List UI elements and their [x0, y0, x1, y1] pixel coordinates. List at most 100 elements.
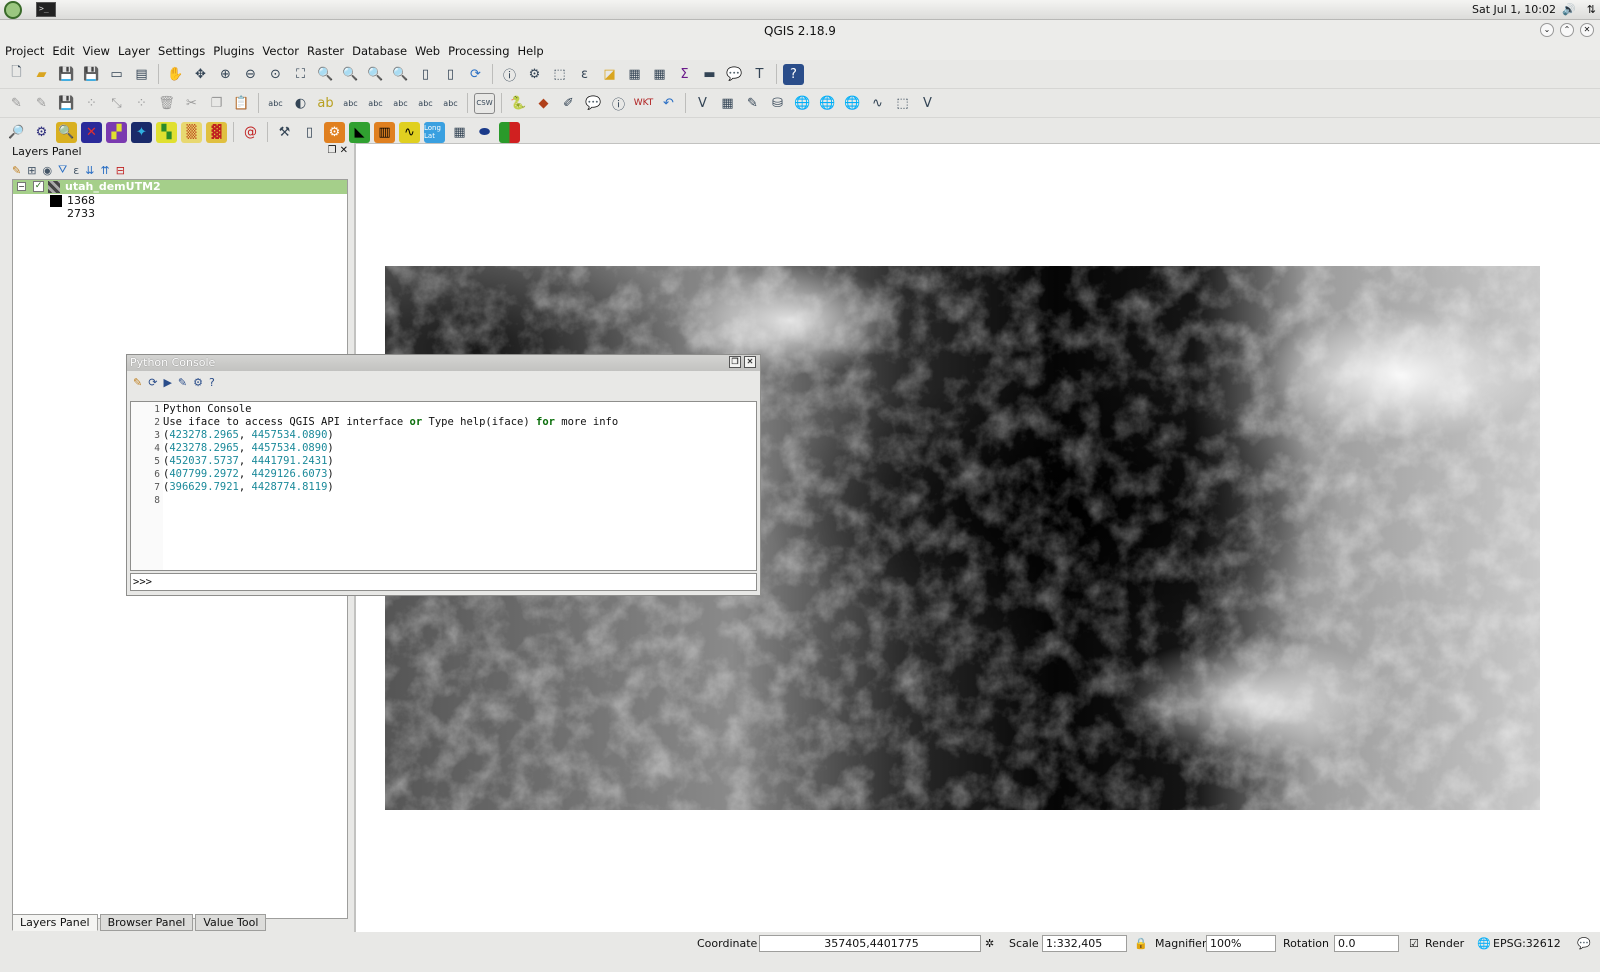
expand-all-icon[interactable]: ⇊ — [85, 164, 94, 177]
terminal-icon[interactable]: >_ — [36, 2, 56, 17]
raster-search-icon[interactable]: 🔍 — [56, 121, 77, 143]
menu-edit[interactable]: Edit — [52, 42, 74, 60]
layer-visibility-checkbox[interactable]: ✓ — [33, 181, 44, 192]
raster-plugin-2-icon[interactable]: ▞ — [106, 121, 127, 143]
zoom-out-icon[interactable]: ⊖ — [240, 64, 261, 85]
import-class-icon[interactable]: ⟳ — [148, 376, 157, 389]
help-icon[interactable]: ? — [783, 63, 804, 85]
zoom-selection-icon[interactable]: 🔍 — [315, 64, 336, 85]
qgis-logo-icon[interactable] — [4, 1, 22, 19]
maximize-icon[interactable]: ⌃ — [1560, 23, 1574, 37]
highlight-label-icon[interactable]: ab — [315, 93, 336, 114]
processing-gear-icon[interactable]: ⚙ — [31, 122, 52, 143]
new-shapefile-icon[interactable]: ∿ — [867, 93, 888, 114]
console-settings-icon[interactable]: ⚙ — [193, 376, 203, 389]
new-print-composer-icon[interactable]: ▭ — [106, 64, 127, 85]
add-vector-layer-icon[interactable]: V — [692, 93, 713, 114]
locator-search-icon[interactable]: 🔎 — [6, 122, 27, 143]
close-console-icon[interactable]: ✕ — [744, 356, 756, 368]
curve-tool-icon[interactable]: ∿ — [399, 121, 420, 143]
menu-processing[interactable]: Processing — [448, 42, 509, 60]
add-wcs-icon[interactable]: 🌐 — [817, 93, 838, 114]
show-editor-icon[interactable]: ✎ — [178, 376, 187, 389]
show-bookmarks-icon[interactable]: ▯ — [440, 64, 461, 85]
menu-layer[interactable]: Layer — [118, 42, 150, 60]
raster-plugin-6-icon[interactable]: ▓ — [206, 121, 227, 143]
save-layer-edits-icon[interactable]: 💾 — [56, 93, 77, 114]
new-bookmark-icon[interactable]: ▯ — [415, 64, 436, 85]
menu-web[interactable]: Web — [415, 42, 440, 60]
actions-icon[interactable]: ⚙ — [524, 64, 545, 85]
layer-style-icon[interactable]: ◐ — [290, 93, 311, 114]
remove-layer-icon[interactable]: ⊟ — [116, 164, 125, 177]
console-input[interactable]: >>> — [130, 573, 757, 591]
mouse-icon[interactable]: ⬬ — [474, 122, 495, 143]
profile-tool-icon[interactable]: ▥ — [374, 121, 395, 143]
undo-icon[interactable]: ↶ — [658, 93, 679, 114]
composer-manager-icon[interactable]: ▤ — [131, 64, 152, 85]
console-output[interactable]: 1 Python Console 2 Use iface to access QGI… — [130, 401, 757, 571]
add-wms-icon[interactable]: 🌐 — [792, 93, 813, 114]
save-as-icon[interactable]: 💾 — [81, 64, 102, 85]
long-lat-icon[interactable]: Long Lat — [424, 121, 445, 143]
scale-combobox[interactable]: 1:332,405 — [1042, 935, 1127, 952]
add-group-icon[interactable]: ⊞ — [27, 164, 36, 177]
python-console-titlebar[interactable]: Python Console ❐ ✕ — [127, 355, 760, 371]
menu-vector[interactable]: Vector — [262, 42, 299, 60]
save-project-icon[interactable]: 💾 — [56, 64, 77, 85]
label-icon[interactable]: abc — [265, 93, 286, 114]
wkt-icon[interactable]: WKT — [633, 93, 654, 114]
pan-icon[interactable]: ✋ — [165, 64, 186, 85]
text-annotation-icon[interactable]: T — [749, 64, 770, 85]
add-wfs-icon[interactable]: 🌐 — [842, 93, 863, 114]
current-edits-icon[interactable]: ✎ — [6, 93, 27, 114]
annotation-icon[interactable]: 💬 — [583, 93, 604, 114]
pin-labels-icon[interactable]: abc — [340, 93, 361, 114]
node-tool-icon[interactable]: ⁘ — [131, 93, 152, 114]
spiral-icon[interactable]: @ — [240, 122, 261, 143]
modeler-icon[interactable]: ▯ — [299, 122, 320, 143]
open-project-icon[interactable]: ▰ — [31, 64, 52, 85]
zoom-last-icon[interactable]: 🔍 — [365, 64, 386, 85]
lock-scale-icon[interactable]: 🔒 — [1134, 937, 1148, 950]
select-by-expression-icon[interactable]: ε — [574, 64, 595, 85]
close-icon[interactable]: ✕ — [1580, 23, 1594, 37]
filter-expression-icon[interactable]: ε — [73, 164, 79, 177]
add-raster-layer-icon[interactable]: ▦ — [717, 93, 738, 114]
csw-icon[interactable]: CSW — [474, 92, 495, 114]
new-project-icon[interactable]: 🗋 — [6, 64, 27, 85]
select-features-icon[interactable]: ⬚ — [549, 64, 570, 85]
crs-globe-icon[interactable]: 🌐 — [1477, 937, 1491, 950]
cut-icon[interactable]: ✂ — [181, 93, 202, 114]
menu-plugins[interactable]: Plugins — [213, 42, 254, 60]
value-tool-icon[interactable] — [499, 121, 520, 143]
minimize-icon[interactable]: ⌄ — [1540, 23, 1554, 37]
refresh-icon[interactable]: ⟳ — [465, 64, 486, 85]
new-virtual-layer-icon[interactable]: V — [917, 93, 938, 114]
tab-browser-panel[interactable]: Browser Panel — [99, 914, 194, 931]
menu-project[interactable]: Project — [5, 42, 44, 60]
collapse-all-icon[interactable]: ⇈ — [100, 164, 109, 177]
filter-legend-icon[interactable]: ⛛ — [58, 163, 67, 177]
raster-plugin-5-icon[interactable]: ▒ — [181, 121, 202, 143]
toolbox-icon[interactable]: ⚒ — [274, 122, 295, 143]
menu-settings[interactable]: Settings — [158, 42, 205, 60]
volume-icon[interactable]: 🔊 — [1562, 3, 1576, 16]
new-spatialite-layer-icon[interactable]: ⬚ — [892, 93, 913, 114]
menu-help[interactable]: Help — [518, 42, 544, 60]
raster-plugin-3-icon[interactable]: ✦ — [131, 121, 152, 143]
layer-item-utah-dem[interactable]: − ✓ utah_demUTM2 — [13, 180, 347, 194]
run-command-icon[interactable]: ▶ — [163, 376, 171, 389]
orange-gear-icon[interactable]: ⚙ — [324, 121, 345, 143]
zoom-layer-icon[interactable]: 🔍 — [340, 64, 361, 85]
coordinate-field[interactable]: 357405,4401775 — [759, 935, 981, 952]
add-spatialite-icon[interactable]: ⛁ — [767, 93, 788, 114]
move-label-icon[interactable]: abc — [390, 93, 411, 114]
add-feature-icon[interactable]: ⁘ — [81, 93, 102, 114]
extents-toggle-icon[interactable]: ✲ — [985, 937, 994, 950]
digitize-icon[interactable]: ✐ — [558, 93, 579, 114]
collapse-icon[interactable]: − — [17, 182, 26, 191]
show-hide-labels-icon[interactable]: abc — [365, 93, 386, 114]
tab-value-tool[interactable]: Value Tool — [195, 914, 267, 931]
panel-float-close-icon[interactable]: ❐ ✕ — [327, 145, 348, 156]
